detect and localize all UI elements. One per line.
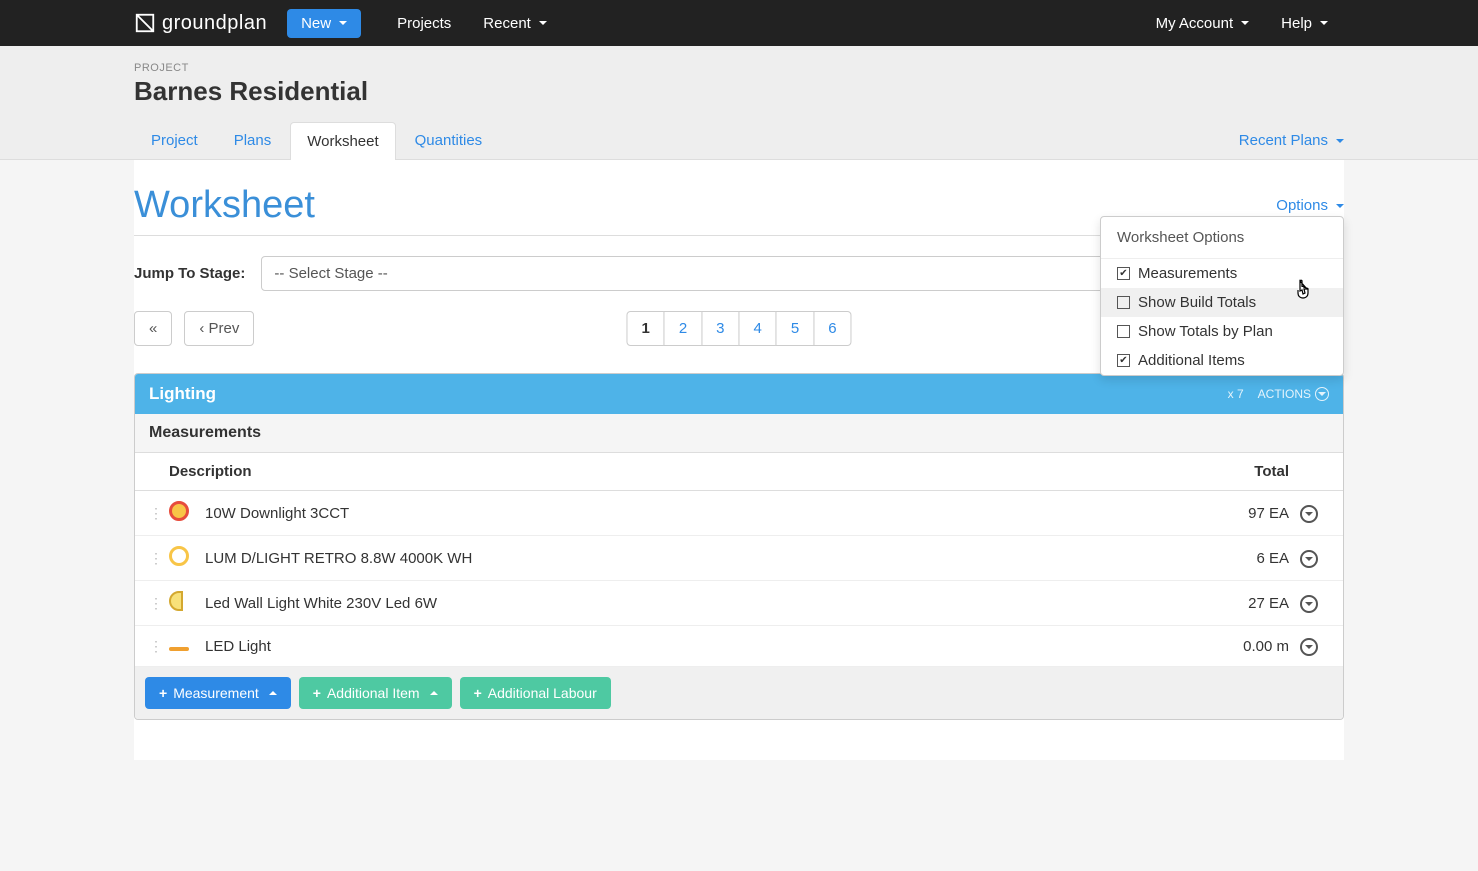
caret-down-icon [1320,21,1328,25]
pagination: 1 2 3 4 5 6 [626,311,851,346]
page-5[interactable]: 5 [776,311,814,346]
project-title: Barnes Residential [134,76,1344,107]
row-description: 10W Downlight 3CCT [205,505,1189,522]
checkbox-icon [1117,267,1130,280]
symbol-icon [169,501,189,521]
navbar: groundplan New Projects Recent My Accoun… [0,0,1478,46]
tabs: Project Plans Worksheet Quantities Recen… [134,121,1344,159]
drag-handle-icon[interactable]: ⋮ [149,550,161,566]
recent-plans-link[interactable]: Recent Plans [1239,122,1344,159]
row-action-button[interactable] [1300,638,1318,656]
col-description: Description [169,463,1189,480]
tab-project[interactable]: Project [134,121,215,159]
table-row[interactable]: ⋮ Led Wall Light White 230V Led 6W 27 EA [135,581,1343,626]
brand-text: groundplan [162,12,267,35]
page-6[interactable]: 6 [813,311,851,346]
caret-up-icon [269,691,277,695]
page-1[interactable]: 1 [626,311,664,346]
section-actions[interactable]: ACTIONS [1258,387,1329,401]
brand-logo[interactable]: groundplan [134,12,267,35]
table-row[interactable]: ⋮ LED Light 0.00 m [135,626,1343,667]
row-action-button[interactable] [1300,550,1318,568]
jump-to-stage-label: Jump To Stage: [134,265,245,282]
col-total: Total [1189,463,1289,480]
nav-recent[interactable]: Recent [467,15,563,32]
option-show-totals-by-plan[interactable]: Show Totals by Plan [1101,317,1343,346]
caret-up-icon [430,691,438,695]
symbol-icon [169,546,189,566]
section-lighting: Lighting x 7 ACTIONS Measurements Descri… [134,373,1344,720]
nav-my-account[interactable]: My Account [1140,15,1266,32]
page-title: Worksheet [134,184,315,227]
section-footer: Measurement Additional Item Additional L… [135,667,1343,719]
drag-handle-icon[interactable]: ⋮ [149,638,161,654]
caret-down-icon [1336,139,1344,143]
symbol-icon [169,647,189,651]
row-description: Led Wall Light White 230V Led 6W [205,595,1189,612]
caret-down-icon [1241,21,1249,25]
row-description: LED Light [205,638,1189,655]
page-header: PROJECT Barnes Residential Project Plans… [0,46,1478,160]
nav-projects[interactable]: Projects [381,15,467,32]
row-total: 97 EA [1189,505,1289,522]
row-total: 0.00 m [1189,638,1289,655]
page-2[interactable]: 2 [664,311,702,346]
plus-icon [313,685,321,701]
option-show-build-totals[interactable]: Show Build Totals [1101,288,1343,317]
option-measurements[interactable]: Measurements [1101,259,1343,288]
pagination-first[interactable]: « [134,311,172,346]
tab-plans[interactable]: Plans [217,121,289,159]
checkbox-icon [1117,354,1130,367]
add-additional-item-button[interactable]: Additional Item [299,677,452,709]
section-count-badge: x 7 [1228,387,1244,401]
page-4[interactable]: 4 [739,311,777,346]
table-header: Description Total [135,453,1343,491]
section-subheader: Measurements [135,414,1343,453]
pagination-prev[interactable]: ‹ Prev [184,311,254,346]
nav-help[interactable]: Help [1265,15,1344,32]
add-additional-labour-button[interactable]: Additional Labour [460,677,611,709]
row-action-button[interactable] [1300,595,1318,613]
options-link[interactable]: Options [1276,197,1344,214]
add-measurement-button[interactable]: Measurement [145,677,291,709]
row-description: LUM D/LIGHT RETRO 8.8W 4000K WH [205,550,1189,567]
row-total: 27 EA [1189,595,1289,612]
checkbox-icon [1117,325,1130,338]
new-button[interactable]: New [287,9,361,38]
chevron-down-icon [1315,387,1329,401]
row-total: 6 EA [1189,550,1289,567]
plus-icon [159,685,167,701]
drag-handle-icon[interactable]: ⋮ [149,505,161,521]
table-row[interactable]: ⋮ LUM D/LIGHT RETRO 8.8W 4000K WH 6 EA [135,536,1343,581]
plus-icon [474,685,482,701]
options-dropdown: Worksheet Options Measurements Show Buil… [1100,216,1344,376]
section-header[interactable]: Lighting x 7 ACTIONS [135,374,1343,414]
tab-quantities[interactable]: Quantities [398,121,500,159]
drag-handle-icon[interactable]: ⋮ [149,595,161,611]
symbol-icon [169,591,183,611]
logo-icon [134,12,156,34]
checkbox-icon [1117,296,1130,309]
page-3[interactable]: 3 [701,311,739,346]
caret-down-icon [339,21,347,25]
caret-down-icon [1336,204,1344,208]
row-action-button[interactable] [1300,505,1318,523]
content: Worksheet Options Worksheet Options Meas… [134,160,1344,760]
caret-down-icon [539,21,547,25]
dropdown-title: Worksheet Options [1101,217,1343,259]
tab-worksheet[interactable]: Worksheet [290,122,395,160]
option-additional-items[interactable]: Additional Items [1101,346,1343,375]
project-label: PROJECT [134,62,1344,74]
table-row[interactable]: ⋮ 10W Downlight 3CCT 97 EA [135,491,1343,536]
